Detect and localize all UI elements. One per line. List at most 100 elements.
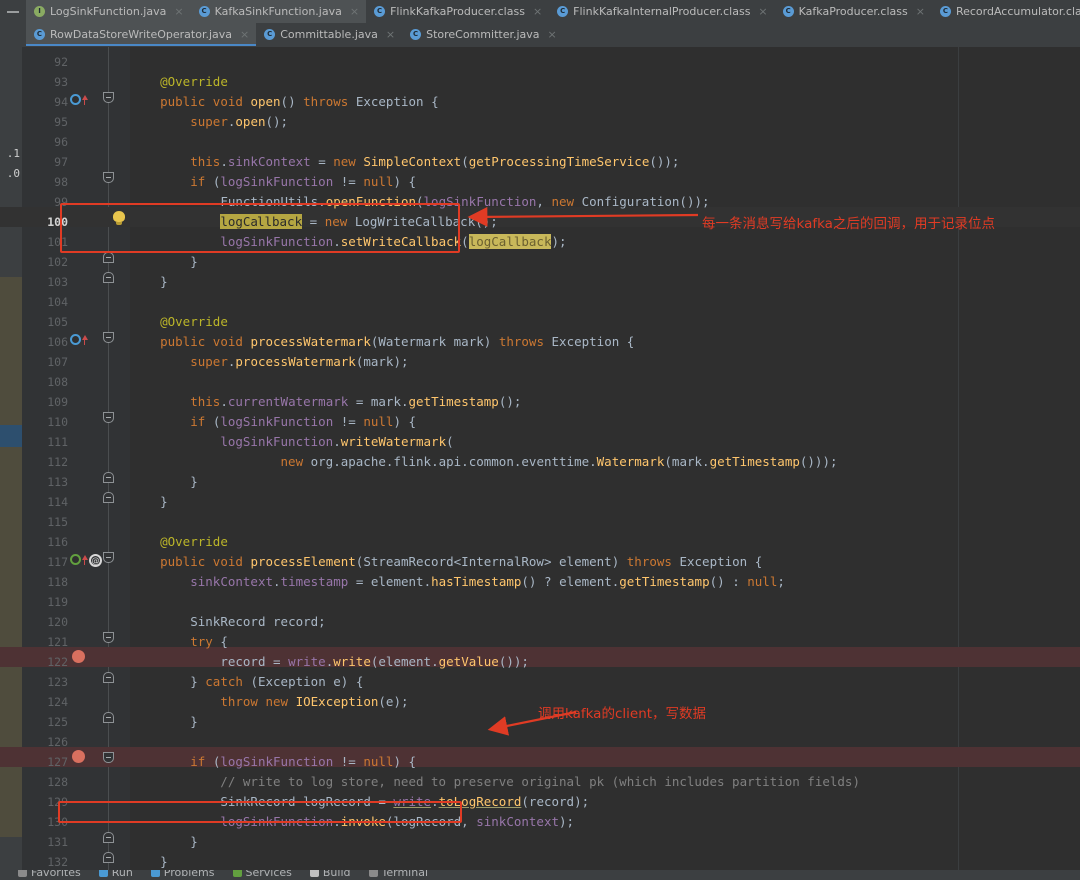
fold-marker[interactable]: [103, 172, 114, 183]
tab-rowdatastorewriteoperator[interactable]: C RowDataStoreWriteOperator.java ×: [26, 23, 257, 46]
line-number-105: 105: [47, 315, 68, 329]
close-icon[interactable]: ×: [548, 29, 557, 40]
fold-marker[interactable]: [103, 752, 114, 763]
code-line-102[interactable]: }: [130, 252, 1080, 272]
code-line-123[interactable]: } catch (Exception e) {: [130, 672, 1080, 692]
fold-marker[interactable]: [103, 852, 114, 863]
fold-marker[interactable]: [103, 472, 114, 483]
tab-storecommitter[interactable]: C StoreCommitter.java ×: [402, 23, 564, 46]
fold-marker[interactable]: [103, 552, 114, 563]
line-number-127: 127: [47, 755, 68, 769]
fold-marker[interactable]: [103, 332, 114, 343]
fold-marker[interactable]: [103, 672, 114, 683]
fold-marker[interactable]: [103, 712, 114, 723]
code-line-93[interactable]: @Override: [130, 72, 1080, 92]
close-icon[interactable]: ×: [758, 6, 767, 17]
status-bar-items: Favorites Run Problems Services Build Te…: [18, 870, 428, 879]
code-line-106[interactable]: public void processWatermark(Watermark m…: [130, 332, 1080, 352]
code-line-92[interactable]: [130, 52, 1080, 72]
line-number-117: 117: [47, 555, 68, 569]
class-file-icon: C: [782, 6, 794, 17]
status-item-terminal[interactable]: Terminal: [368, 870, 429, 879]
status-item-problems[interactable]: Problems: [150, 870, 215, 879]
code-line-99[interactable]: FunctionUtils.openFunction(logSinkFuncti…: [130, 192, 1080, 212]
code-line-131[interactable]: }: [130, 832, 1080, 852]
code-line-132[interactable]: }: [130, 852, 1080, 872]
close-icon[interactable]: ×: [916, 6, 925, 17]
code-line-103[interactable]: }: [130, 272, 1080, 292]
code-line-114[interactable]: }: [130, 492, 1080, 512]
code-line-129[interactable]: SinkRecord logRecord = write.toLogRecord…: [130, 792, 1080, 812]
line-number-101: 101: [47, 235, 68, 249]
fold-marker[interactable]: [103, 272, 114, 283]
close-icon[interactable]: ×: [174, 6, 183, 17]
tab-flinkkafkaproducer[interactable]: C FlinkKafkaProducer.class ×: [366, 0, 550, 23]
code-line-117[interactable]: public void processElement(StreamRecord<…: [130, 552, 1080, 572]
code-line-98[interactable]: if (logSinkFunction != null) {: [130, 172, 1080, 192]
fold-marker[interactable]: [103, 412, 114, 423]
code-line-101[interactable]: logSinkFunction.setWriteCallback(logCall…: [130, 232, 1080, 252]
terminal-icon: [368, 870, 378, 877]
code-line-119[interactable]: [130, 592, 1080, 612]
line-number-119: 119: [47, 595, 68, 609]
code-line-97[interactable]: this.sinkContext = new SimpleContext(get…: [130, 152, 1080, 172]
status-item-label: Favorites: [31, 870, 81, 879]
code-line-115[interactable]: [130, 512, 1080, 532]
code-line-111[interactable]: logSinkFunction.writeWatermark(: [130, 432, 1080, 452]
breakpoint-icon-122[interactable]: [72, 650, 85, 663]
code-line-94[interactable]: public void open() throws Exception {: [130, 92, 1080, 112]
code-line-116[interactable]: @Override: [130, 532, 1080, 552]
status-item-run[interactable]: Run: [98, 870, 133, 879]
line-number-109: 109: [47, 395, 68, 409]
fold-marker[interactable]: [103, 252, 114, 263]
code-line-118[interactable]: sinkContext.timestamp = element.hasTimes…: [130, 572, 1080, 592]
tab-flinkkafkainternalproducer[interactable]: C FlinkKafkaInternalProducer.class ×: [549, 0, 775, 23]
status-item-favorites[interactable]: Favorites: [18, 870, 81, 879]
code-line-107[interactable]: super.processWatermark(mark);: [130, 352, 1080, 372]
fold-marker[interactable]: [103, 492, 114, 503]
code-line-126[interactable]: [130, 732, 1080, 752]
tab-kafkaproducer[interactable]: C KafkaProducer.class ×: [774, 0, 932, 23]
code-line-120[interactable]: SinkRecord record;: [130, 612, 1080, 632]
line-number-111: 111: [47, 435, 68, 449]
code-line-109[interactable]: this.currentWatermark = mark.getTimestam…: [130, 392, 1080, 412]
close-icon[interactable]: ×: [386, 29, 395, 40]
tab-recordaccumulator[interactable]: C RecordAccumulator.class ×: [931, 0, 1080, 23]
code-line-122[interactable]: record = write.write(element.getValue())…: [130, 652, 1080, 672]
close-icon[interactable]: ×: [240, 29, 249, 40]
status-item-services[interactable]: Services: [232, 870, 292, 879]
override-method-icon[interactable]: [70, 334, 88, 348]
status-item-label: Terminal: [381, 870, 429, 879]
status-item-label: Services: [245, 870, 292, 879]
tab-logsinkfunction[interactable]: I LogSinkFunction.java ×: [26, 0, 191, 23]
override-method-icon[interactable]: [70, 554, 88, 568]
override-method-icon[interactable]: [70, 94, 88, 108]
code-line-128[interactable]: // write to log store, need to preserve …: [130, 772, 1080, 792]
collapse-tabs-button[interactable]: [0, 0, 26, 23]
code-line-113[interactable]: }: [130, 472, 1080, 492]
status-item-build[interactable]: Build: [309, 870, 351, 879]
fold-marker[interactable]: [103, 632, 114, 643]
intention-bulb-icon[interactable]: [113, 211, 125, 225]
line-number-106: 106: [47, 335, 68, 349]
close-icon[interactable]: ×: [533, 6, 542, 17]
code-line-121[interactable]: try {: [130, 632, 1080, 652]
code-line-108[interactable]: [130, 372, 1080, 392]
code-line-95[interactable]: super.open();: [130, 112, 1080, 132]
code-line-96[interactable]: [130, 132, 1080, 152]
code-line-112[interactable]: new org.apache.flink.api.common.eventtim…: [130, 452, 1080, 472]
fold-marker[interactable]: [103, 832, 114, 843]
line-number-126: 126: [47, 735, 68, 749]
code-line-130[interactable]: logSinkFunction.invoke(logRecord, sinkCo…: [130, 812, 1080, 832]
code-line-104[interactable]: [130, 292, 1080, 312]
close-icon[interactable]: ×: [350, 6, 359, 17]
code-line-105[interactable]: @Override: [130, 312, 1080, 332]
breakpoint-icon-127[interactable]: [72, 750, 85, 763]
code-line-110[interactable]: if (logSinkFunction != null) {: [130, 412, 1080, 432]
code-editor[interactable]: .1 .0 92 93 94 95 96 97 98 99 100 101 102 103 104 105…: [0, 47, 1080, 870]
code-line-127[interactable]: if (logSinkFunction != null) {: [130, 752, 1080, 772]
tab-committable[interactable]: C Committable.java ×: [256, 23, 403, 46]
annotation-marker-icon[interactable]: @: [89, 554, 102, 567]
tab-kafkasinkfunction[interactable]: C KafkaSinkFunction.java ×: [190, 0, 367, 23]
fold-marker[interactable]: [103, 92, 114, 103]
